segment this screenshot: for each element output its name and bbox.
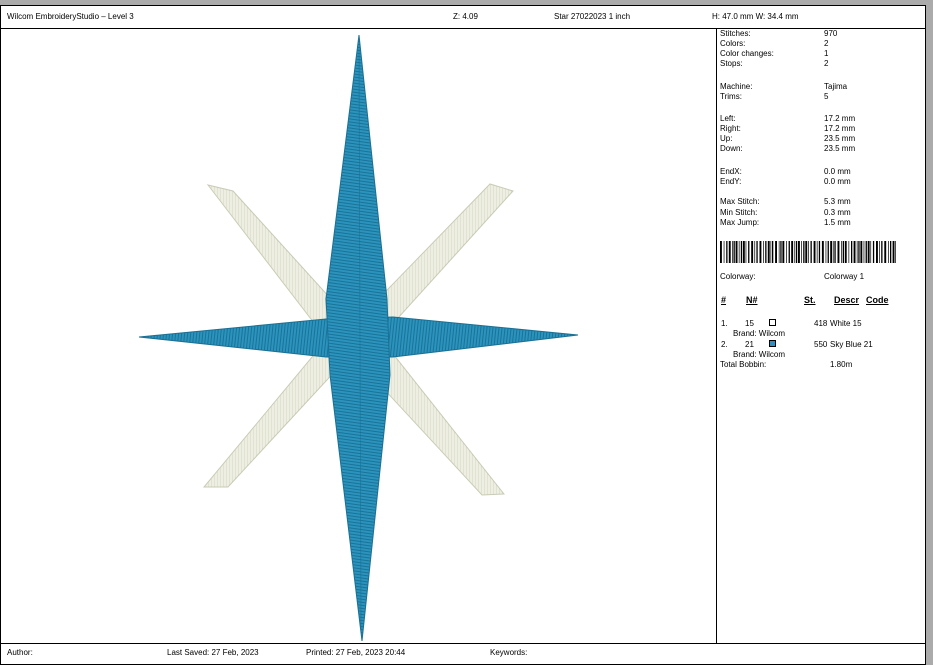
- printed-date: Printed: 27 Feb, 2023 20:44: [306, 648, 406, 657]
- author-label: Author:: [7, 648, 33, 657]
- stat-color-changes: Color changes: 1: [720, 49, 829, 58]
- stat-endx: EndX: 0.0 mm: [720, 167, 851, 176]
- stat-trims: Trims: 5: [720, 92, 829, 101]
- stat-stitches: Stitches: 970: [720, 29, 838, 38]
- design-dimensions: H: 47.0 mm W: 34.4 mm: [712, 12, 799, 21]
- panel-divider: [716, 29, 717, 643]
- stat-machine: Machine: Tajima: [720, 82, 848, 91]
- star-embroidery-design: [138, 34, 579, 642]
- col-header-descr: Descr: [834, 295, 860, 305]
- stat-endy: EndY: 0.0 mm: [720, 177, 851, 186]
- colorway-row: Colorway: Colorway 1: [720, 272, 865, 281]
- stat-up: Up: 23.5 mm: [720, 134, 856, 143]
- app-title: Wilcom EmbroideryStudio – Level 3: [7, 12, 134, 21]
- stats-panel: Stitches: 970 Colors: 2 Color changes: 1 St…: [720, 29, 920, 643]
- zoom-level: Z: 4.09: [453, 12, 478, 21]
- thread-swatch-white: [769, 319, 776, 326]
- stat-right: Right: 17.2 mm: [720, 124, 856, 133]
- col-header-code: Code: [866, 295, 889, 305]
- design-name: Star 27022023 1 inch: [554, 12, 631, 21]
- print-preview-sheet: Wilcom EmbroideryStudio – Level 3 Z: 4.0…: [0, 5, 926, 665]
- last-saved: Last Saved: 27 Feb, 2023: [167, 648, 259, 657]
- stat-down: Down: 23.5 mm: [720, 144, 856, 153]
- header-bar: Wilcom EmbroideryStudio – Level 3 Z: 4.0…: [1, 6, 925, 29]
- stat-min-stitch: Min Stitch: 0.3 mm: [720, 208, 851, 217]
- footer-bar: Author: Last Saved: 27 Feb, 2023 Printed…: [1, 643, 925, 665]
- stat-stops: Stops: 2: [720, 59, 829, 68]
- col-header-stitches: St.: [804, 295, 816, 305]
- col-header-needle: N#: [746, 295, 758, 305]
- stat-colors: Colors: 2: [720, 39, 829, 48]
- design-canvas: [1, 29, 716, 643]
- stat-max-jump: Max Jump: 1.5 mm: [720, 218, 851, 227]
- stat-left: Left: 17.2 mm: [720, 114, 856, 123]
- stat-max-stitch: Max Stitch: 5.3 mm: [720, 197, 851, 206]
- blue-ray-vertical: [325, 34, 391, 642]
- total-bobbin-row: Total Bobbin: 1.80m: [720, 360, 853, 369]
- col-header-num: #: [721, 295, 727, 305]
- thread-swatch-blue: [769, 340, 776, 347]
- barcode-image: [720, 241, 896, 263]
- keywords-label: Keywords:: [490, 648, 528, 657]
